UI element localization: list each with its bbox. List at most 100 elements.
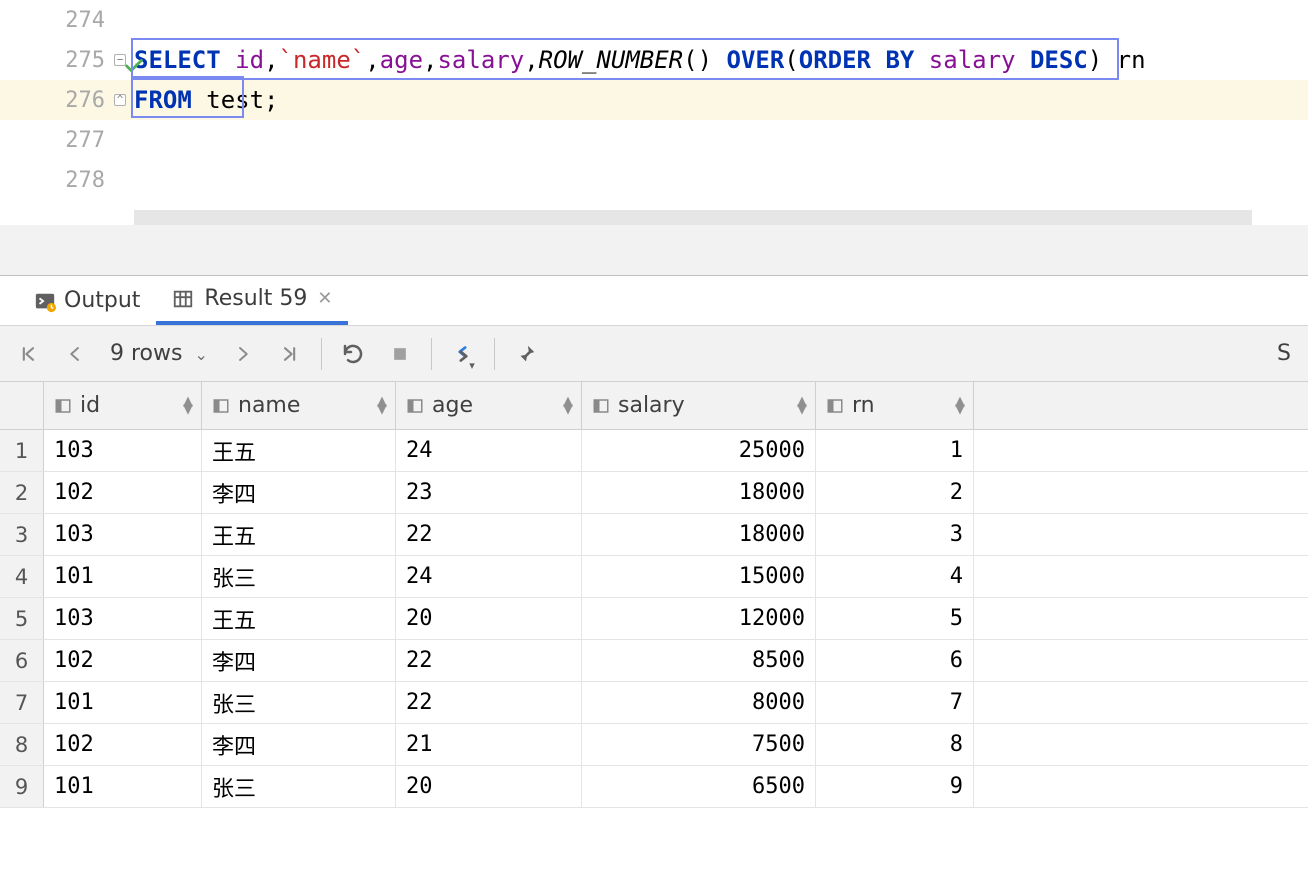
cell-rn[interactable]: 4 (816, 556, 974, 597)
cell-rn[interactable]: 2 (816, 472, 974, 513)
chevron-down-icon: ⌄ (189, 345, 208, 364)
row-number: 1 (0, 430, 44, 471)
horizontal-scrollbar[interactable] (134, 210, 1252, 225)
cell-id[interactable]: 103 (44, 598, 202, 639)
cell-rn[interactable]: 9 (816, 766, 974, 807)
column-header-salary[interactable]: salary▲▼ (582, 382, 816, 429)
cell-id[interactable]: 103 (44, 430, 202, 471)
reload-button[interactable] (337, 338, 369, 370)
cell-age[interactable]: 23 (396, 472, 582, 513)
cell-salary[interactable]: 15000 (582, 556, 816, 597)
first-page-button[interactable] (12, 338, 44, 370)
cell-age[interactable]: 22 (396, 640, 582, 681)
row-number: 5 (0, 598, 44, 639)
row-count-label[interactable]: 9 rows ⌄ (106, 341, 212, 366)
table-row[interactable]: 7101张三2280007 (0, 682, 1308, 724)
column-header-name[interactable]: name▲▼ (202, 382, 396, 429)
cell-id[interactable]: 101 (44, 556, 202, 597)
table-row[interactable]: 9101张三2065009 (0, 766, 1308, 808)
prev-page-button[interactable] (59, 338, 91, 370)
cell-id[interactable]: 101 (44, 682, 202, 723)
cell-id[interactable]: 102 (44, 724, 202, 765)
cell-salary[interactable]: 18000 (582, 514, 816, 555)
compare-button[interactable]: ▾ (447, 338, 479, 370)
cell-age[interactable]: 24 (396, 430, 582, 471)
cell-salary[interactable]: 25000 (582, 430, 816, 471)
console-icon (34, 291, 54, 311)
code-line[interactable]: FROM test; (134, 86, 279, 114)
cell-salary[interactable]: 6500 (582, 766, 816, 807)
cell-age[interactable]: 20 (396, 766, 582, 807)
last-page-button[interactable] (274, 338, 306, 370)
cell-name[interactable]: 王五 (202, 598, 396, 639)
column-header-id[interactable]: id▲▼ (44, 382, 202, 429)
column-icon (406, 397, 424, 415)
column-header-age[interactable]: age▲▼ (396, 382, 582, 429)
row-number: 3 (0, 514, 44, 555)
cell-age[interactable]: 24 (396, 556, 582, 597)
table-row[interactable]: 6102李四2285006 (0, 640, 1308, 682)
cell-id[interactable]: 102 (44, 640, 202, 681)
table-row[interactable]: 3103王五22180003 (0, 514, 1308, 556)
table-row[interactable]: 8102李四2175008 (0, 724, 1308, 766)
sql-editor[interactable]: 274 275 − SELECT id,`name`,age,salary,RO… (0, 0, 1308, 225)
cell-rn[interactable]: 8 (816, 724, 974, 765)
row-number: 8 (0, 724, 44, 765)
cell-name[interactable]: 李四 (202, 472, 396, 513)
row-number: 2 (0, 472, 44, 513)
cell-name[interactable]: 张三 (202, 682, 396, 723)
cell-name[interactable]: 张三 (202, 556, 396, 597)
cell-name[interactable]: 王五 (202, 430, 396, 471)
pin-button[interactable] (510, 338, 542, 370)
gutter-line-number: 278 (0, 168, 120, 193)
row-number: 9 (0, 766, 44, 807)
fold-top-icon: ^ (114, 94, 126, 106)
cell-name[interactable]: 张三 (202, 766, 396, 807)
fold-minus-icon: − (114, 54, 126, 66)
gutter-line-number: 275 (0, 48, 120, 73)
cell-name[interactable]: 王五 (202, 514, 396, 555)
close-icon[interactable]: ✕ (317, 288, 332, 309)
tab-result[interactable]: Result 59 ✕ (156, 277, 348, 325)
tab-output[interactable]: Output (18, 277, 156, 325)
cell-salary[interactable]: 8000 (582, 682, 816, 723)
column-label: name (238, 393, 300, 418)
column-label: age (432, 393, 473, 418)
cell-salary[interactable]: 7500 (582, 724, 816, 765)
cell-id[interactable]: 102 (44, 472, 202, 513)
cell-id[interactable]: 103 (44, 514, 202, 555)
cell-name[interactable]: 李四 (202, 724, 396, 765)
cell-age[interactable]: 22 (396, 682, 582, 723)
cell-age[interactable]: 21 (396, 724, 582, 765)
column-label: salary (618, 393, 685, 418)
code-line[interactable]: SELECT id,`name`,age,salary,ROW_NUMBER()… (134, 46, 1146, 74)
check-icon (123, 55, 145, 77)
cell-age[interactable]: 22 (396, 514, 582, 555)
table-row[interactable]: 1103王五24250001 (0, 430, 1308, 472)
row-number: 4 (0, 556, 44, 597)
cell-name[interactable]: 李四 (202, 640, 396, 681)
result-grid[interactable]: id▲▼name▲▼age▲▼salary▲▼rn▲▼ 1103王五242500… (0, 382, 1308, 808)
table-row[interactable]: 4101张三24150004 (0, 556, 1308, 598)
cell-id[interactable]: 101 (44, 766, 202, 807)
cell-rn[interactable]: 5 (816, 598, 974, 639)
cell-salary[interactable]: 8500 (582, 640, 816, 681)
cell-rn[interactable]: 6 (816, 640, 974, 681)
cell-rn[interactable]: 3 (816, 514, 974, 555)
table-header-row: id▲▼name▲▼age▲▼salary▲▼rn▲▼ (0, 382, 1308, 430)
column-label: id (80, 393, 100, 418)
next-page-button[interactable] (227, 338, 259, 370)
table-row[interactable]: 2102李四23180002 (0, 472, 1308, 514)
cell-age[interactable]: 20 (396, 598, 582, 639)
gutter-line-number: 277 (0, 128, 120, 153)
cell-salary[interactable]: 18000 (582, 472, 816, 513)
cell-rn[interactable]: 7 (816, 682, 974, 723)
result-toolbar: 9 rows ⌄ ▾ S (0, 326, 1308, 382)
column-icon (592, 397, 610, 415)
column-header-rn[interactable]: rn▲▼ (816, 382, 974, 429)
cell-rn[interactable]: 1 (816, 430, 974, 471)
result-tabs: Output Result 59 ✕ (0, 276, 1308, 326)
stop-button[interactable] (384, 338, 416, 370)
cell-salary[interactable]: 12000 (582, 598, 816, 639)
table-row[interactable]: 5103王五20120005 (0, 598, 1308, 640)
